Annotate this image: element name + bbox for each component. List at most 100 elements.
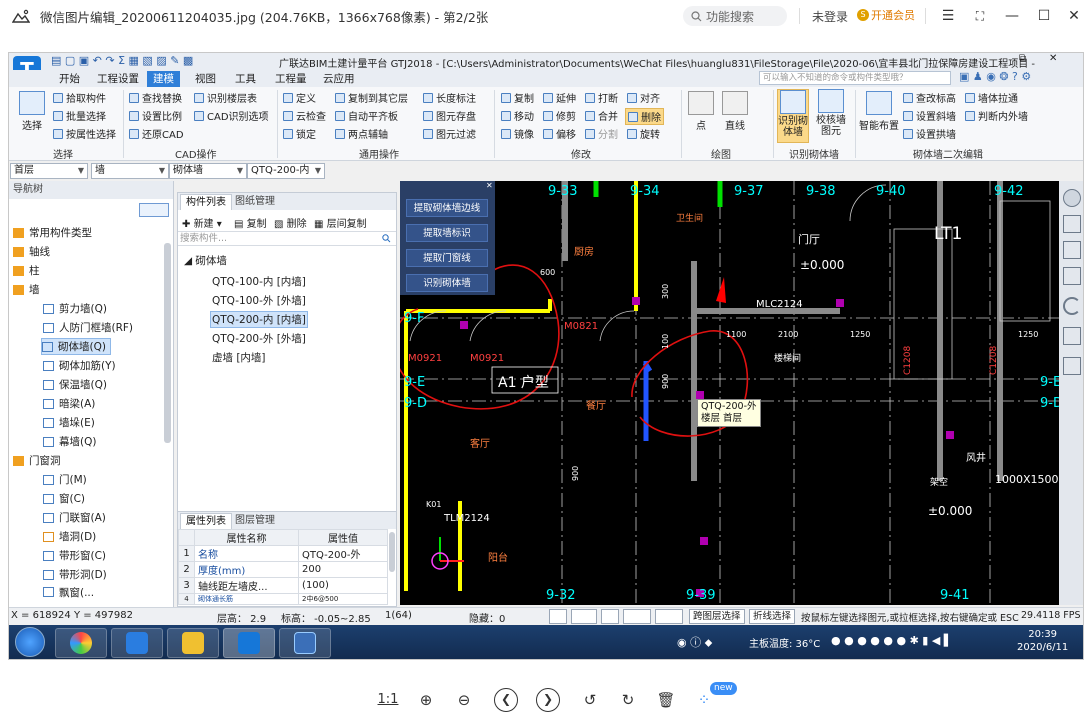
identify-masonry-button[interactable]: 识别砌体墙 — [777, 89, 809, 143]
nav-item-wall[interactable]: 墙 — [13, 282, 40, 297]
tray-icons[interactable]: ◉ ⓘ ⬥ — [677, 634, 712, 650]
view-box-icon[interactable] — [1063, 241, 1081, 259]
new-button[interactable]: ✚ 新建 ▾ — [182, 215, 222, 230]
snap-icon[interactable] — [571, 609, 597, 624]
wall-tie-button[interactable]: 墙体拉通 — [965, 90, 1018, 105]
nav-item-wall-hole[interactable]: 墙洞(D) — [43, 529, 96, 544]
set-arch-wall-button[interactable]: 设置拱墙 — [903, 126, 956, 141]
align-button[interactable]: 对齐 — [627, 90, 660, 105]
set-scale-button[interactable]: 设置比例 — [129, 108, 182, 123]
menu-start[interactable]: 开始 — [53, 71, 86, 87]
floor-select[interactable]: 首层 ▼ — [10, 163, 88, 179]
pick-component-button[interactable]: 拾取构件 — [53, 90, 106, 105]
taskbar-app-notes[interactable] — [167, 628, 219, 658]
tab-properties[interactable]: 属性列表 — [180, 513, 232, 529]
nav-item-door[interactable]: 门(M) — [43, 472, 87, 487]
extract-wall-label-button[interactable]: 提取墙标识 — [406, 224, 488, 242]
taskbar-app-wps[interactable] — [111, 628, 163, 658]
system-clock[interactable]: 20:39 2020/6/11 — [1017, 628, 1068, 654]
auto-level-button[interactable]: 自动平齐板 — [335, 108, 398, 123]
menu-tools[interactable]: 工具 — [229, 71, 262, 87]
merge-button[interactable]: 合并 — [585, 108, 618, 123]
nav-item-masonry-wall[interactable]: 砌体墙(Q) — [41, 338, 111, 355]
cad-canvas[interactable]: 9-33 9-34 9-37 9-38 9-40 9-42 9-32 9-39 … — [400, 181, 1059, 605]
delete-component-button[interactable]: ▧ 删除 — [274, 215, 307, 230]
identify-masonry-wall-button[interactable]: 识别砌体墙 — [406, 274, 488, 292]
nav-item-common[interactable]: 常用构件类型 — [13, 225, 92, 240]
point-button[interactable]: 点 — [687, 91, 715, 132]
nav-item-insulation-wall[interactable]: 保温墙(Q) — [43, 377, 107, 392]
smart-layout-button[interactable]: 智能布置 — [859, 91, 899, 132]
taskbar-app-browser[interactable] — [55, 628, 107, 658]
table-row[interactable]: 4 砌体通长筋 2中6@500 — [178, 593, 388, 605]
menu-icon[interactable]: ☰ — [938, 6, 958, 26]
nav-item-openings[interactable]: 门窗洞 — [13, 453, 61, 468]
move-button[interactable]: 移动 — [501, 108, 534, 123]
tab-drawing-management[interactable]: 图纸管理 — [230, 194, 280, 210]
split-button[interactable]: 分割 — [585, 126, 618, 141]
taskbar-app-cad[interactable] — [279, 628, 331, 658]
rotate-button[interactable]: 旋转 — [627, 126, 660, 141]
component-search-input[interactable]: 搜索构件... — [178, 231, 396, 246]
line-button[interactable]: 直线 — [721, 91, 749, 132]
component-item[interactable]: QTQ-100-外 [外墙] — [212, 293, 306, 308]
nav-item-column[interactable]: 柱 — [13, 263, 40, 278]
break-button[interactable]: 打断 — [585, 90, 618, 105]
cross-icon[interactable] — [601, 609, 619, 624]
select-button[interactable]: 选择 — [15, 91, 49, 132]
menu-cloud[interactable]: 云应用 — [317, 71, 361, 87]
layer-icon[interactable] — [1063, 267, 1081, 285]
login-link[interactable]: 未登录 — [812, 8, 848, 25]
maximize-icon[interactable]: ☐ — [1034, 6, 1054, 26]
zoom-extent-icon[interactable] — [1063, 327, 1081, 345]
nav-item-window[interactable]: 窗(C) — [43, 491, 85, 506]
check-wall-button[interactable]: 校核墙图元 — [815, 89, 847, 143]
nav-item-masonry-rebar[interactable]: 砌体加筋(Y) — [43, 358, 116, 373]
nav-item-strip-hole[interactable]: 带形洞(D) — [43, 567, 107, 582]
next-icon[interactable]: ❯ — [536, 688, 560, 712]
quick-tools-icons[interactable]: ▤ ▢ ▣ ↶ ↷ Σ ▦ ▧ ▨ ✎ ▩ — [51, 54, 193, 67]
menu-modeling[interactable]: 建模 — [147, 71, 180, 87]
trim-button[interactable]: 修剪 — [543, 108, 576, 123]
component-item[interactable]: 虚墙 [内墙] — [212, 350, 266, 365]
refresh-icon[interactable] — [1063, 297, 1081, 315]
view-toggle-icon[interactable] — [139, 203, 169, 217]
tree-root-masonry[interactable]: ◢ 砌体墙 — [184, 253, 227, 268]
cross-layer-select-button[interactable]: 跨图层选择 — [689, 609, 745, 624]
extract-door-window-button[interactable]: 提取门窗线 — [406, 249, 488, 267]
start-button[interactable] — [15, 627, 45, 657]
nav-item-door-window[interactable]: 门联窗(A) — [43, 510, 106, 525]
angle-icon[interactable] — [623, 609, 651, 624]
cad-options-button[interactable]: CAD识别选项 — [194, 108, 269, 123]
command-search-input[interactable]: 可以输入不知道的命令或构件类型哦？ — [759, 71, 951, 85]
function-search-input[interactable]: 功能搜索 — [683, 6, 787, 26]
taskbar-app-gtj[interactable] — [223, 628, 275, 658]
nav-scrollbar[interactable] — [164, 243, 171, 443]
floor-copy-button[interactable]: ▦ 层间复制 — [314, 215, 367, 230]
ortho-icon[interactable] — [549, 609, 567, 624]
delete-icon[interactable]: 🗑 — [654, 688, 678, 712]
offset-button[interactable]: 偏移 — [543, 126, 576, 141]
judge-inout-wall-button[interactable]: 判断内外墙 — [965, 108, 1028, 123]
mirror-button[interactable]: 镜像 — [501, 126, 534, 141]
component-item[interactable]: QTQ-200-外 [外墙] — [212, 331, 306, 346]
close-icon[interactable]: ✕ — [486, 181, 493, 190]
find-replace-button[interactable]: 查找替换 — [129, 90, 182, 105]
rotate-right-icon[interactable]: ↻ — [616, 688, 640, 712]
copy-to-floor-button[interactable]: 复制到其它层 — [335, 90, 408, 105]
tab-component-list[interactable]: 构件列表 — [180, 194, 232, 210]
nav-item-strip-window[interactable]: 带形窗(C) — [43, 548, 106, 563]
offset-mode-icon[interactable] — [655, 609, 683, 624]
restore-icon[interactable]: ⧉ — [1019, 53, 1026, 64]
nav-item-axis[interactable]: 轴线 — [13, 244, 50, 259]
delete-button[interactable]: 删除 — [625, 108, 664, 125]
length-mark-button[interactable]: 长度标注 — [423, 90, 476, 105]
batch-select-button[interactable]: 批量选择 — [53, 108, 106, 123]
cube-icon[interactable] — [1063, 215, 1081, 233]
nav-item-civil-defense[interactable]: 人防门框墙(RF) — [43, 320, 133, 335]
zoom-out-icon[interactable]: ⊖ — [452, 688, 476, 712]
nav-item-bay-window[interactable]: 飘窗(... — [43, 586, 94, 598]
modify-elevation-button[interactable]: 查改标高 — [903, 90, 956, 105]
window-close-icon[interactable]: ✕ — [1049, 53, 1057, 64]
nav-item-curtain-wall[interactable]: 幕墙(Q) — [43, 434, 96, 449]
